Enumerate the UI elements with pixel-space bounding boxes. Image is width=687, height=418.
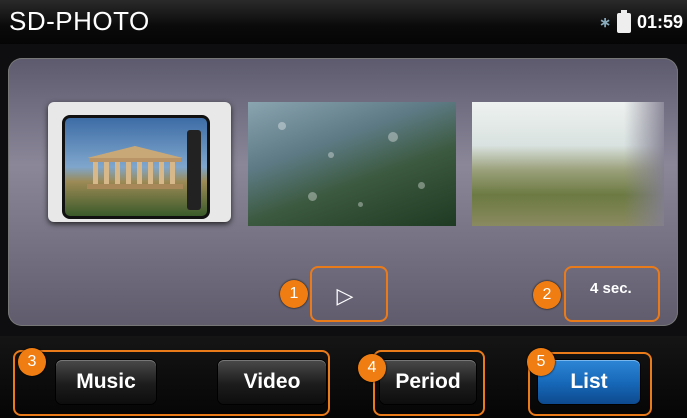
temple-image <box>87 146 183 189</box>
photo-thumbnail-3[interactable] <box>472 102 664 226</box>
raindrop <box>328 152 334 158</box>
play-button[interactable]: ▷ <box>330 281 360 311</box>
play-icon: ▷ <box>336 283 354 308</box>
media-callout-outline <box>13 350 330 416</box>
bluetooth-icon: ∗ <box>599 14 611 30</box>
edge-fade <box>624 102 664 226</box>
photo-thumbnail-1[interactable] <box>48 102 231 222</box>
callout-marker-2: 2 <box>533 281 561 309</box>
clock: 01:59 <box>636 12 683 32</box>
callout-marker-3: 3 <box>18 348 46 376</box>
photo-thumbnail-2[interactable] <box>248 102 456 226</box>
period-callout-outline <box>373 350 485 416</box>
raindrop <box>358 202 363 207</box>
callout-marker-5: 5 <box>527 348 555 376</box>
raindrop <box>308 192 317 201</box>
raindrop <box>388 132 398 142</box>
battery-icon <box>616 9 631 33</box>
app-title: SD-PHOTO <box>9 6 150 36</box>
raindrop <box>278 122 286 130</box>
title-bar: SD-PHOTO ∗ 01:59 <box>0 0 687 44</box>
callout-marker-1: 1 <box>280 280 308 308</box>
photo-frame-screen <box>62 115 210 219</box>
raindrop <box>418 182 425 189</box>
callout-marker-4: 4 <box>358 354 386 382</box>
status-area: ∗ 01:59 <box>599 9 683 33</box>
frame-control-strip <box>187 130 201 210</box>
interval-value[interactable]: 4 sec. <box>590 280 632 297</box>
